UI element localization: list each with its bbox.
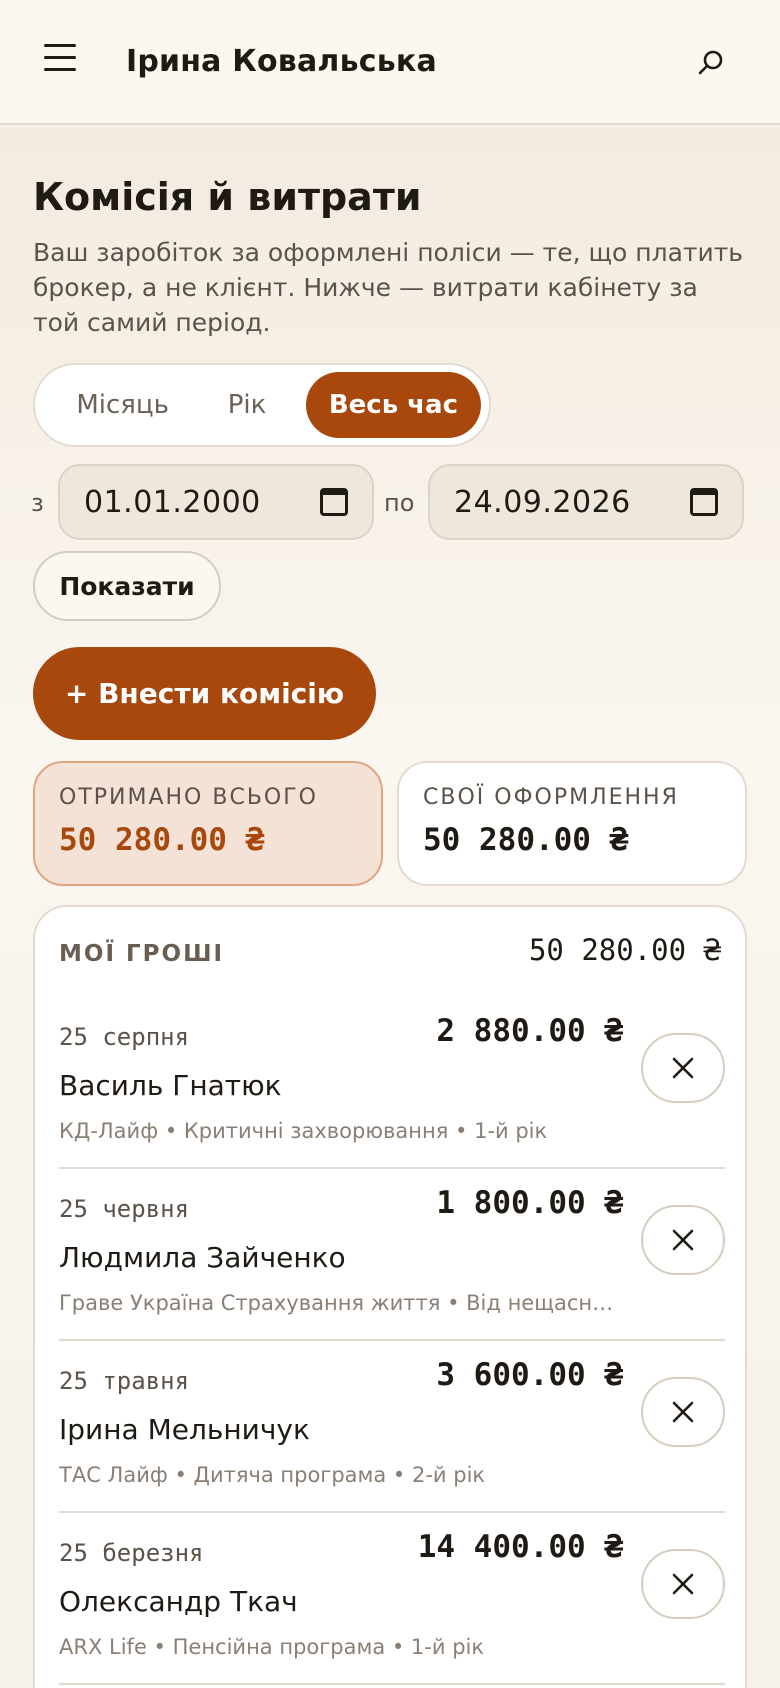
total-received-label: ОТРИМАНО ВСЬОГО: [59, 785, 318, 810]
close-icon: [672, 1229, 694, 1251]
show-button[interactable]: Показати: [33, 551, 221, 621]
commission-amount: 2 880.00 ₴: [436, 1013, 623, 1049]
commission-amount: 1 800.00 ₴: [436, 1185, 623, 1221]
tab-all-time[interactable]: Весь час: [305, 372, 481, 438]
period-tabs: Місяць Рік Весь час: [33, 363, 491, 447]
list-item: 25 серпня 2 880.00 ₴ Василь Гнатюк КД-Ла…: [59, 997, 725, 1169]
delete-button[interactable]: [641, 1377, 725, 1447]
commission-date: 25 серпня: [59, 1023, 190, 1051]
commission-amount: 14 400.00 ₴: [417, 1529, 623, 1565]
policy-details: КД-Лайф • Критичні захворювання • 1-й рі…: [59, 1119, 548, 1143]
commission-date: 25 березня: [59, 1539, 204, 1567]
tab-year[interactable]: Рік: [202, 372, 292, 438]
my-money-title: МОЇ ГРОШІ: [59, 941, 225, 967]
date-to-field[interactable]: 24.09.2026: [428, 464, 744, 540]
client-name: Ірина Мельничук: [59, 1413, 310, 1446]
policy-details: ТАС Лайф • Дитяча програма • 2-й рік: [59, 1463, 486, 1487]
search-icon[interactable]: [694, 46, 728, 80]
close-icon: [672, 1401, 694, 1423]
tab-month[interactable]: Місяць: [43, 372, 202, 438]
own-policies-card: СВОЇ ОФОРМЛЕННЯ 50 280.00 ₴: [397, 761, 747, 886]
delete-button[interactable]: [641, 1205, 725, 1275]
list-item: 25 березня 14 400.00 ₴ Олександр Ткач AR…: [59, 1513, 725, 1685]
delete-button[interactable]: [641, 1033, 725, 1103]
commission-date: 25 травня: [59, 1367, 190, 1395]
date-from-label: з: [31, 489, 44, 517]
list-item: 25 травня 3 600.00 ₴ Ірина Мельничук ТАС…: [59, 1341, 725, 1513]
client-name: Олександр Ткач: [59, 1585, 298, 1618]
total-received-card: ОТРИМАНО ВСЬОГО 50 280.00 ₴: [33, 761, 383, 886]
top-bar: Ірина Ковальська: [0, 0, 780, 125]
client-name: Василь Гнатюк: [59, 1069, 282, 1102]
page-title: Комісія й витрати: [33, 175, 422, 219]
total-received-value: 50 280.00 ₴: [59, 822, 265, 858]
add-commission-button[interactable]: + Внести комісію: [33, 647, 376, 740]
my-money-total: 50 280.00 ₴: [528, 933, 721, 967]
menu-icon[interactable]: [44, 44, 76, 72]
policy-details: ARX Life • Пенсійна програма • 1-й рік: [59, 1635, 485, 1659]
own-policies-value: 50 280.00 ₴: [423, 822, 629, 858]
own-policies-label: СВОЇ ОФОРМЛЕННЯ: [423, 785, 679, 810]
delete-button[interactable]: [641, 1549, 725, 1619]
calendar-icon[interactable]: [320, 488, 348, 516]
commission-amount: 3 600.00 ₴: [436, 1357, 623, 1393]
my-money-card: МОЇ ГРОШІ 50 280.00 ₴ 25 серпня 2 880.00…: [33, 905, 747, 1688]
client-name: Людмила Зайченко: [59, 1241, 346, 1274]
date-from-value: 01.01.2000: [84, 484, 261, 520]
calendar-icon[interactable]: [690, 488, 718, 516]
main-content: Комісія й витрати Ваш заробіток за оформ…: [0, 127, 780, 1688]
divider: [59, 1683, 725, 1685]
page-description: Ваш заробіток за оформлені поліси — те, …: [33, 238, 744, 337]
date-to-value: 24.09.2026: [454, 484, 631, 520]
date-from-field[interactable]: 01.01.2000: [58, 464, 374, 540]
list-item: 25 червня 1 800.00 ₴ Людмила Зайченко Гр…: [59, 1169, 725, 1341]
close-icon: [672, 1573, 694, 1595]
close-icon: [672, 1057, 694, 1079]
commission-date: 25 червня: [59, 1195, 190, 1223]
user-name: Ірина Ковальська: [126, 44, 437, 79]
policy-details: Граве Україна Страхування життя • Від не…: [59, 1291, 614, 1315]
date-to-label: по: [384, 489, 415, 517]
